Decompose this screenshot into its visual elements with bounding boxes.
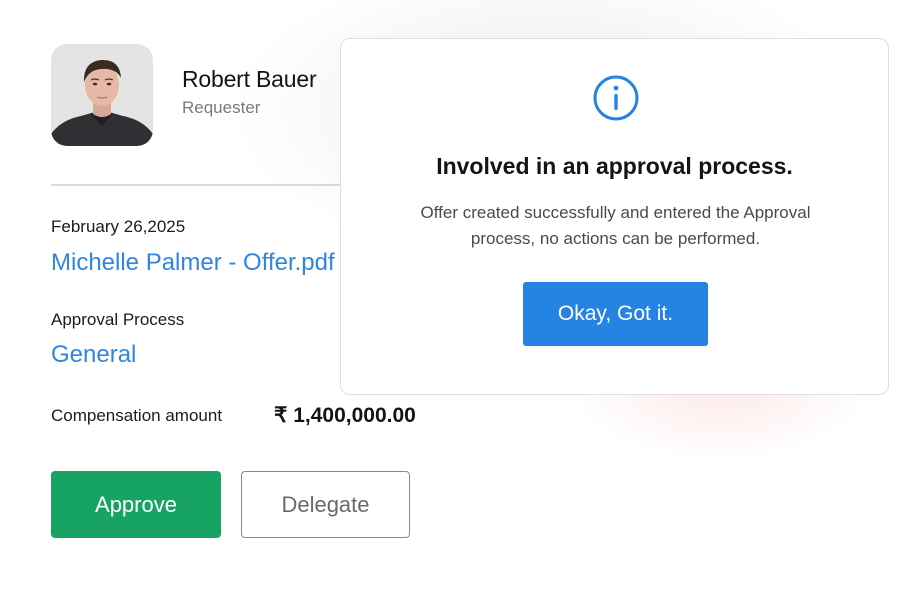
approve-button[interactable]: Approve [51, 471, 221, 538]
request-date: February 26,2025 [51, 217, 186, 236]
requester-name: Robert Bauer [182, 66, 317, 92]
avatar [51, 44, 153, 146]
compensation-value: ₹ 1,400,000.00 [274, 404, 416, 427]
dialog-title: Involved in an approval process. [436, 153, 793, 179]
delegate-button[interactable]: Delegate [241, 471, 410, 538]
approval-process-link[interactable]: General [51, 341, 136, 369]
okay-got-it-button[interactable]: Okay, Got it. [523, 282, 708, 346]
compensation-label: Compensation amount [51, 406, 223, 425]
approval-info-dialog: Involved in an approval process. Offer c… [340, 38, 889, 395]
offer-document-link[interactable]: Michelle Palmer - Offer.pdf [51, 249, 335, 277]
requester-role: Requester [182, 98, 261, 117]
divider [51, 184, 351, 186]
info-icon [592, 74, 640, 122]
approval-process-label: Approval Process [51, 310, 185, 329]
dialog-message: Offer created successfully and entered t… [420, 203, 811, 248]
